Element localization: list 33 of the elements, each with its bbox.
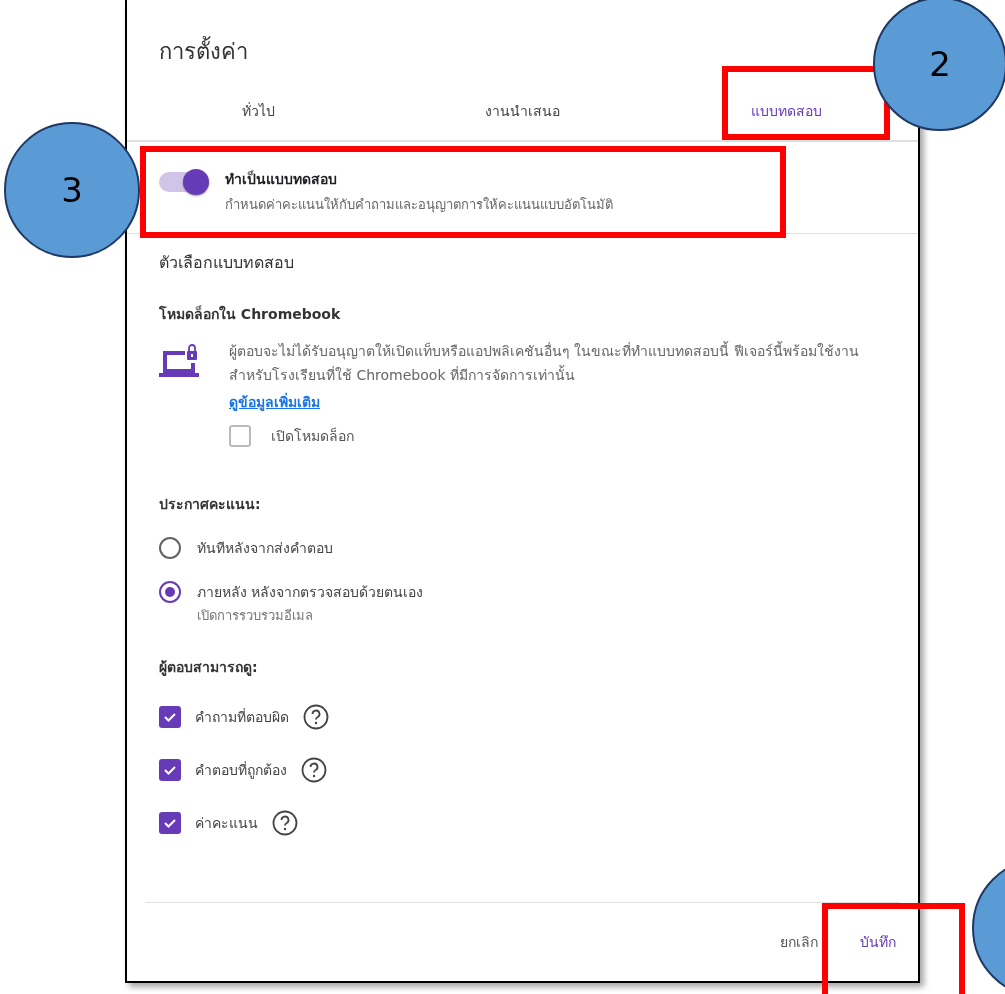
respondents-see-heading: ผู้ตอบสามารถดู: [159, 658, 259, 678]
release-grade-heading: ประกาศคะแนน: [159, 495, 262, 514]
radio-sublabel: เปิดการรวบรวมอีเมล [197, 607, 314, 625]
checkbox[interactable] [159, 812, 181, 834]
help-icon[interactable] [301, 757, 327, 783]
checkbox-label: คำถามที่ตอบผิด [195, 707, 289, 727]
radio-label: ภายหลัง หลังจากตรวจสอบด้วยตนเอง [197, 583, 424, 602]
radio-button[interactable] [159, 537, 181, 559]
toggle-switch[interactable] [159, 172, 209, 192]
radio-button[interactable] [159, 581, 181, 603]
learn-more-link[interactable]: ดูข้อมูลเพิ่มเติม [229, 391, 320, 413]
callout-circle: 3 [4, 122, 140, 258]
help-icon[interactable] [272, 810, 298, 836]
checkbox-label: คำตอบที่ถูกต้อง [195, 760, 287, 781]
section-title: ตัวเลือกแบบทดสอบ [159, 252, 295, 274]
help-icon[interactable] [303, 704, 329, 730]
lock-mode-heading: โหมดล็อกใน Chromebook [159, 304, 342, 324]
save-button[interactable]: บันทึก [852, 923, 904, 961]
cancel-button[interactable]: ยกเลิก [772, 923, 826, 961]
laptop-lock-icon [159, 343, 199, 379]
checkbox[interactable] [229, 425, 251, 447]
tab[interactable]: งานนำเสนอ [477, 84, 568, 140]
toggle-label: ทำเป็นแบบทดสอบ [225, 169, 338, 189]
toggle-description: กำหนดค่าคะแนนให้กับคำถามและอนุญาตการให้คะแนนแบบอัตโนมัติ [225, 196, 613, 215]
checkbox-label: ค่าคะแนน [195, 814, 258, 833]
tab[interactable]: แบบทดสอบ [742, 84, 830, 140]
checkbox[interactable] [159, 759, 181, 781]
callout-circle: 2 [873, 0, 1005, 131]
tab[interactable]: ทั่วไป [234, 84, 284, 140]
checkbox[interactable] [159, 706, 181, 728]
checkbox-label: เปิดโหมดล็อก [271, 426, 354, 446]
lock-mode-description: ผู้ตอบจะไม่ได้รับอนุญาตให้เปิดแท็บหรือแอปพลิเคชันอื่นๆ ในขณะที่ทำแบบทดสอบนี้ ฟีเจอร์นี้พร้อมใช้งานสำหรับโรงเรียนที่ใช้ Chromebook ที่มีการจัดการเท่านั้น [229, 340, 860, 385]
radio-label: ทันทีหลังจากส่งคำตอบ [197, 539, 333, 558]
